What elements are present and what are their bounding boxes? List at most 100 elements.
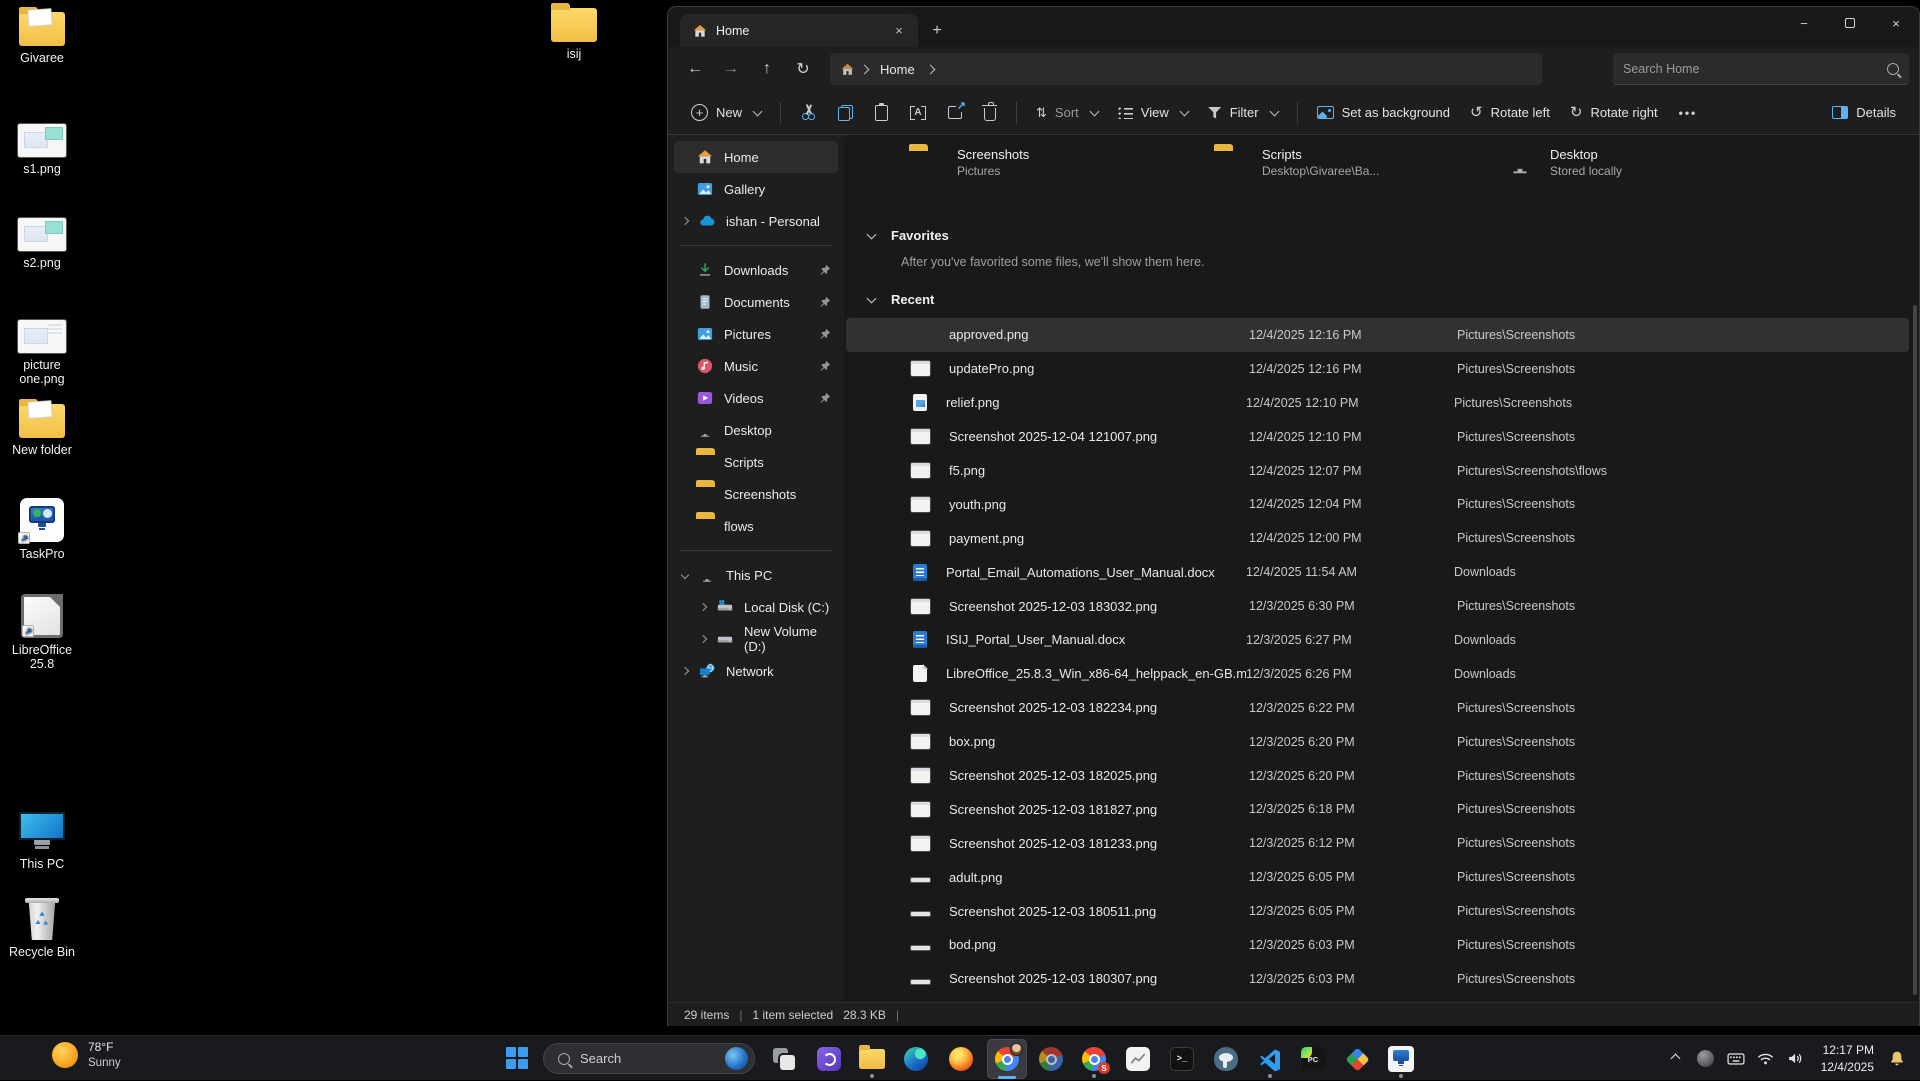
tile-desktop[interactable]: DesktopStored locally <box>1494 135 1784 189</box>
taskbar-chrome-s[interactable]: S <box>1074 1039 1114 1079</box>
rotate-right-button[interactable]: ↻ Rotate right <box>1561 97 1667 129</box>
tray-overflow-button[interactable] <box>1661 1042 1691 1076</box>
sidebar-item-videos[interactable]: Videos <box>674 382 838 414</box>
desktop-icon-s1[interactable]: s1.png <box>0 124 84 176</box>
file-row[interactable]: Screenshot 2025-12-03 182025.png 12/3/20… <box>846 759 1909 793</box>
desktop-icon-isij[interactable]: isij <box>532 8 616 61</box>
taskbar-taskpro[interactable] <box>1381 1039 1421 1079</box>
sidebar-item-local-disk-c[interactable]: Local Disk (C:) <box>674 591 838 623</box>
weather-widget[interactable]: 78°F Sunny <box>52 1040 121 1071</box>
touch-keyboard-button[interactable] <box>1721 1042 1751 1076</box>
rename-button[interactable]: A <box>900 97 936 129</box>
paste-button[interactable] <box>865 97 898 129</box>
desktop-icon-picture-one[interactable]: picture one.png <box>0 320 84 387</box>
file-row[interactable]: relief.png 12/4/2025 12:10 PM Pictures\S… <box>846 386 1909 420</box>
tile-screenshots[interactable]: ScreenshotsPictures <box>899 135 1189 189</box>
delete-button[interactable] <box>974 97 1006 129</box>
file-row[interactable]: Screenshot 2025-12-03 180511.png 12/3/20… <box>846 894 1909 928</box>
share-button[interactable] <box>938 97 972 129</box>
notification-button[interactable] <box>1880 1042 1914 1076</box>
taskbar-chart-app[interactable] <box>1118 1039 1158 1079</box>
sidebar-item-desktop[interactable]: Desktop <box>674 414 838 446</box>
cut-button[interactable] <box>791 97 826 129</box>
taskbar-diamond-app[interactable] <box>1337 1039 1377 1079</box>
favorites-section-header[interactable]: Favorites <box>864 228 949 243</box>
forward-button[interactable]: → <box>714 54 748 84</box>
file-row[interactable]: approved.png 12/4/2025 12:16 PM Pictures… <box>846 318 1909 352</box>
file-row[interactable]: youth.png 12/4/2025 12:04 PM Pictures\Sc… <box>846 487 1909 521</box>
new-tab-button[interactable]: + <box>924 18 950 44</box>
sort-button[interactable]: ⇅ Sort <box>1027 97 1107 129</box>
taskbar-chrome-profile[interactable] <box>987 1039 1027 1079</box>
taskbar-postgresql[interactable] <box>1206 1039 1246 1079</box>
sidebar-item-downloads[interactable]: Downloads <box>674 254 838 286</box>
taskbar-edge[interactable] <box>896 1039 936 1079</box>
scrollbar[interactable] <box>1913 305 1917 995</box>
taskbar-vscode[interactable] <box>1250 1039 1290 1079</box>
file-row[interactable]: Screenshot 2025-12-03 183032.png 12/3/20… <box>846 589 1909 623</box>
maximize-button[interactable] <box>1827 7 1873 39</box>
tray-app-circle[interactable] <box>1691 1042 1721 1076</box>
file-row[interactable]: Screenshot 2025-12-03 182234.png 12/3/20… <box>846 691 1909 725</box>
file-row[interactable]: Screenshot 2025-12-03 180307.png 12/3/20… <box>846 962 1909 996</box>
sidebar-item-scripts[interactable]: Scripts <box>674 446 838 478</box>
file-row[interactable]: Screenshot 2025-12-04 121007.png 12/4/20… <box>846 420 1909 454</box>
file-row[interactable]: box.png 12/3/2025 6:20 PM Pictures\Scree… <box>846 725 1909 759</box>
taskbar-pycharm[interactable]: PC <box>1293 1039 1333 1079</box>
view-button[interactable]: View <box>1109 97 1197 129</box>
desktop-icon-s2[interactable]: s2.png <box>0 218 84 270</box>
taskbar-firefox[interactable] <box>941 1039 981 1079</box>
sidebar-item-this-pc[interactable]: This PC <box>674 559 838 591</box>
volume-button[interactable] <box>1781 1042 1811 1076</box>
sidebar-item-network[interactable]: Network <box>674 655 838 687</box>
taskbar-clock[interactable]: 12:17 PM 12/4/2025 <box>1821 1042 1874 1074</box>
sidebar-item-music[interactable]: Music <box>674 350 838 382</box>
tab-close-icon[interactable]: × <box>888 20 910 42</box>
sidebar-item-pictures[interactable]: Pictures <box>674 318 838 350</box>
filter-button[interactable]: Filter <box>1199 97 1287 129</box>
set-as-background-button[interactable]: Set as background <box>1308 97 1459 129</box>
file-row[interactable]: Portal_Email_Automations_User_Manual.doc… <box>846 555 1909 589</box>
desktop-icon-givaree[interactable]: Givaree <box>0 12 84 65</box>
desktop-icon-libreoffice[interactable]: ↗ LibreOffice 25.8 <box>0 594 84 672</box>
rotate-left-button[interactable]: ↺ Rotate left <box>1461 97 1559 129</box>
taskbar-app-purple[interactable] <box>809 1039 849 1079</box>
taskbar-terminal[interactable]: >_ <box>1162 1039 1202 1079</box>
sidebar-item-flows[interactable]: flows <box>674 510 838 542</box>
taskbar-task-view-button[interactable] <box>764 1039 804 1079</box>
file-row[interactable]: LibreOffice_25.8.3_Win_x86-64_helppack_e… <box>846 657 1909 691</box>
copy-button[interactable] <box>828 97 863 129</box>
details-pane-button[interactable]: Details <box>1823 97 1905 129</box>
sidebar-item-new-volume-d[interactable]: New Volume (D:) <box>674 623 838 655</box>
more-options-button[interactable]: ••• <box>1669 97 1708 129</box>
network-status-button[interactable] <box>1751 1042 1781 1076</box>
breadcrumb[interactable]: Home <box>830 53 1542 85</box>
start-button[interactable] <box>506 1047 530 1071</box>
desktop-icon-new-folder[interactable]: New folder <box>0 404 84 457</box>
sidebar-item-screenshots[interactable]: Screenshots <box>674 478 838 510</box>
recent-section-header[interactable]: Recent <box>864 292 934 307</box>
taskbar-search[interactable]: Search <box>543 1043 755 1074</box>
sidebar-item-onedrive[interactable]: ishan - Personal <box>674 205 838 237</box>
new-button[interactable]: + New <box>682 97 770 129</box>
taskbar-chrome-2[interactable] <box>1031 1039 1071 1079</box>
tile-scripts[interactable]: ScriptsDesktop\Givaree\Ba... <box>1204 135 1494 189</box>
sidebar-item-gallery[interactable]: Gallery <box>674 173 838 205</box>
file-row[interactable]: bod.png 12/3/2025 6:03 PM Pictures\Scree… <box>846 928 1909 962</box>
desktop-icon-this-pc[interactable]: This PC <box>0 812 84 871</box>
file-row[interactable]: Screenshot 2025-12-03 181827.png 12/3/20… <box>846 792 1909 826</box>
desktop-icon-taskpro[interactable]: ↗ TaskPro <box>0 498 84 561</box>
file-row[interactable]: f5.png 12/4/2025 12:07 PM Pictures\Scree… <box>846 454 1909 488</box>
taskbar-file-explorer[interactable] <box>852 1039 892 1079</box>
search-input[interactable] <box>1623 62 1887 76</box>
close-button[interactable]: × <box>1873 7 1919 39</box>
file-row[interactable]: payment.png 12/4/2025 12:00 PM Pictures\… <box>846 521 1909 555</box>
file-row[interactable]: ISIJ_Portal_User_Manual.docx 12/3/2025 6… <box>846 623 1909 657</box>
search-box[interactable] <box>1613 53 1909 85</box>
tab-home[interactable]: Home × <box>680 14 918 47</box>
file-row[interactable]: Screenshot 2025-12-03 181233.png 12/3/20… <box>846 826 1909 860</box>
sidebar-item-documents[interactable]: Documents <box>674 286 838 318</box>
breadcrumb-home[interactable]: Home <box>874 60 921 79</box>
up-button[interactable]: ↑ <box>750 54 784 84</box>
minimize-button[interactable]: − <box>1781 7 1827 39</box>
